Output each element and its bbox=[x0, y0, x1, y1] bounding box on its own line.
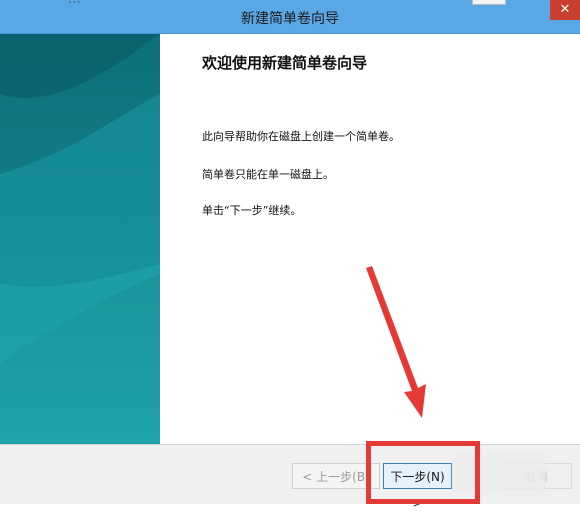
description-text-3: 单击“下一步”继续。 bbox=[202, 204, 302, 217]
blurred-region bbox=[454, 455, 546, 493]
background-window-button bbox=[472, 0, 506, 5]
title-bar: … 新建简单卷向导 ✕ bbox=[0, 0, 580, 34]
close-button[interactable]: ✕ bbox=[550, 0, 580, 20]
back-button[interactable]: < 上一步(B) bbox=[292, 463, 380, 489]
description-text-2: 简单卷只能在单一磁盘上。 bbox=[202, 168, 334, 181]
window-title: 新建简单卷向导 bbox=[241, 11, 339, 27]
background-window-strip: … bbox=[68, 0, 81, 7]
description-text-1: 此向导帮助你在磁盘上创建一个简单卷。 bbox=[202, 130, 400, 143]
wizard-heading: 欢迎使用新建简单卷向导 bbox=[202, 54, 368, 72]
next-button[interactable]: 下一步(N) > bbox=[383, 463, 452, 510]
banner-artwork bbox=[0, 34, 160, 444]
close-icon: ✕ bbox=[559, 2, 571, 17]
wizard-side-banner bbox=[0, 34, 160, 444]
wizard-content: 欢迎使用新建简单卷向导 此向导帮助你在磁盘上创建一个简单卷。 简单卷只能在单一磁… bbox=[160, 34, 580, 444]
